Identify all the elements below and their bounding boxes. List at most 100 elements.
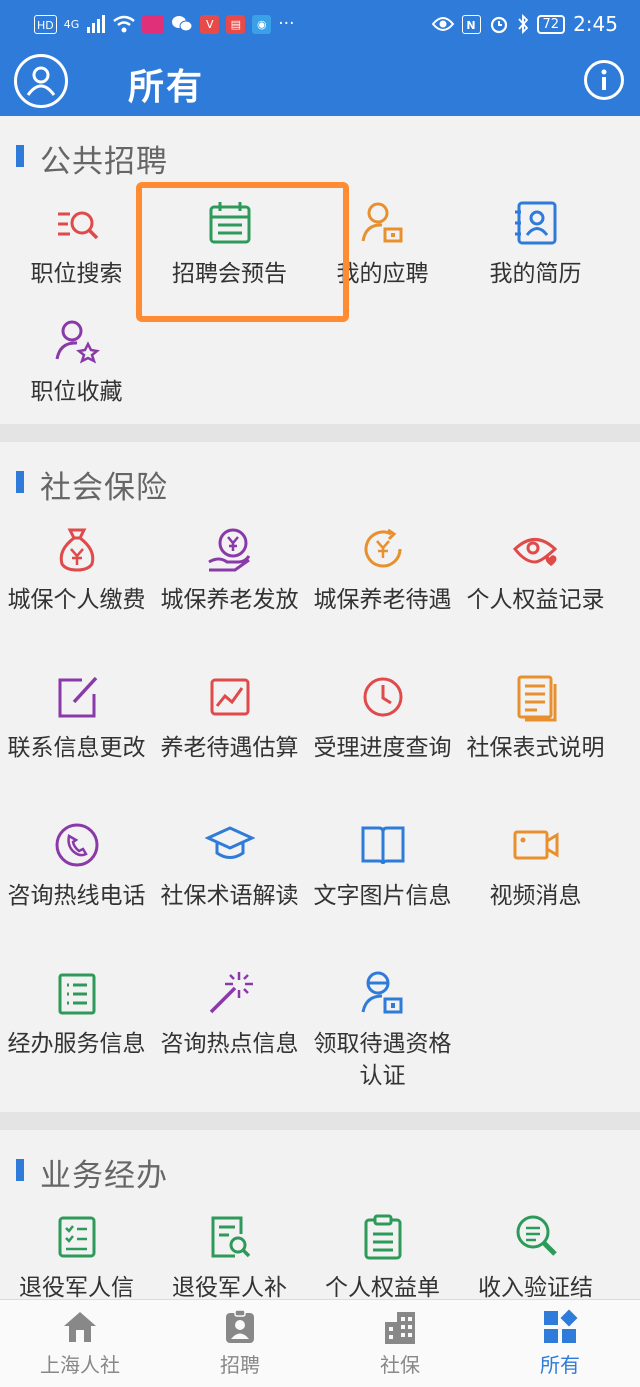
tab-label: 所有 xyxy=(540,1353,580,1377)
section-divider xyxy=(0,1112,640,1130)
book-app-icon: ▤ xyxy=(226,14,246,34)
section-social-insurance: 社会保险 城保个人缴费 城保养老发放 城保养老待遇 个人权益记录 联系信息更改 xyxy=(0,442,640,1112)
doc-search-icon xyxy=(211,1216,250,1258)
section-header: 社会保险 xyxy=(0,442,640,522)
menu-item-label: 视频消息 xyxy=(489,883,582,909)
menu-item-progress-query[interactable]: 受理进度查询 xyxy=(306,670,459,818)
user-icon xyxy=(26,66,56,96)
menu-item-contact-update[interactable]: 联系信息更改 xyxy=(0,670,153,818)
menu-item-label: 个人权益记录 xyxy=(466,587,605,613)
menu-item-video-messages[interactable]: 视频消息 xyxy=(459,818,612,966)
page-title: 所有 xyxy=(128,67,205,108)
menu-item-eligibility-verification[interactable]: 领取待遇资格认证 xyxy=(306,966,459,1114)
menu-item-label: 受理进度查询 xyxy=(313,735,452,761)
menu-item-label: 我的简历 xyxy=(489,261,582,287)
menu-item-hotline[interactable]: 咨询热线电话 xyxy=(0,818,153,966)
menu-item-pension-benefits[interactable]: 城保养老待遇 xyxy=(306,522,459,670)
bulb-app-icon: ◉ xyxy=(252,14,272,34)
section-public-recruitment: 公共招聘 职位搜索 招聘会预告 我的应聘 我的简历 职位收藏 xyxy=(0,116,640,424)
menu-item-rights-statement[interactable]: 个人权益单 xyxy=(306,1210,459,1299)
menu-item-service-info[interactable]: 经办服务信息 xyxy=(0,966,153,1114)
menu-item-form-guide[interactable]: 社保表式说明 xyxy=(459,670,612,818)
menu-item-label: 退役军人信 xyxy=(19,1275,134,1299)
video-icon xyxy=(513,830,558,860)
tab-all[interactable]: 所有 xyxy=(480,1300,640,1387)
building-icon xyxy=(385,1312,415,1344)
bottom-tab-bar: 上海人社 招聘 社保 所有 xyxy=(0,1299,640,1387)
menu-item-terms-explained[interactable]: 社保术语解读 xyxy=(153,818,306,966)
menu-item-label: 城保养老发放 xyxy=(160,587,299,613)
menu-item-label: 职位收藏 xyxy=(30,379,123,405)
resume-icon xyxy=(514,201,556,245)
menu-item-label: 城保个人缴费 xyxy=(7,587,146,613)
menu-item-label: 咨询热点信息 xyxy=(160,1031,299,1057)
content-scroll[interactable]: 公共招聘 职位搜索 招聘会预告 我的应聘 我的简历 职位收藏 社会保险 城保个人… xyxy=(0,116,640,1299)
info-button[interactable] xyxy=(584,60,624,100)
hd-indicator: HD xyxy=(34,14,57,34)
magic-wand-icon xyxy=(209,972,253,1014)
menu-item-label: 经办服务信息 xyxy=(7,1031,146,1057)
wechat-icon xyxy=(172,16,193,32)
menu-item-label: 收入验证结 xyxy=(478,1275,593,1299)
list-icon xyxy=(58,973,95,1015)
menu-item-veteran-subsidy[interactable]: 退役军人补 xyxy=(153,1210,306,1299)
menu-item-label: 社保术语解读 xyxy=(160,883,299,909)
v-app-icon: V xyxy=(200,14,220,34)
menu-item-label: 咨询热线电话 xyxy=(7,883,146,909)
phone-icon xyxy=(55,823,98,867)
app-notification-icon xyxy=(142,14,165,34)
menu-item-text-image-info[interactable]: 文字图片信息 xyxy=(306,818,459,966)
section-header: 业务经办 xyxy=(0,1130,640,1210)
menu-item-label: 领取待遇资格认证 xyxy=(313,1031,452,1089)
menu-item-saved-jobs[interactable]: 职位收藏 xyxy=(0,314,153,432)
job-search-icon xyxy=(57,211,98,240)
more-icon: ··· xyxy=(278,14,295,34)
section-title: 公共招聘 xyxy=(40,144,168,180)
graduation-cap-icon xyxy=(204,826,255,859)
tab-shanghai-hrss[interactable]: 上海人社 xyxy=(0,1300,160,1387)
menu-item-label: 养老待遇估算 xyxy=(160,735,299,761)
menu-item-personal-payment[interactable]: 城保个人缴费 xyxy=(0,522,153,670)
profile-button[interactable] xyxy=(14,54,68,108)
section-marker xyxy=(16,1159,24,1181)
network-type: 4G xyxy=(63,17,80,31)
menu-item-pension-payout[interactable]: 城保养老发放 xyxy=(153,522,306,670)
app-bar: 所有 xyxy=(0,48,640,116)
tab-label: 招聘 xyxy=(220,1353,260,1377)
tab-social-security[interactable]: 社保 xyxy=(320,1300,480,1387)
menu-item-rights-record[interactable]: 个人权益记录 xyxy=(459,522,612,670)
coin-cycle-icon xyxy=(364,528,401,568)
menu-item-my-applications[interactable]: 我的应聘 xyxy=(306,196,459,314)
calendar-icon xyxy=(209,202,250,244)
tab-label: 上海人社 xyxy=(40,1353,120,1377)
menu-item-label: 社保表式说明 xyxy=(466,735,605,761)
menu-item-label: 职位搜索 xyxy=(30,261,123,287)
person-apply-icon xyxy=(361,202,402,243)
hand-coin-icon xyxy=(207,528,250,572)
eye-heart-icon xyxy=(512,538,557,566)
menu-item-my-resume[interactable]: 我的简历 xyxy=(459,196,612,314)
menu-item-pension-estimate[interactable]: 养老待遇估算 xyxy=(153,670,306,818)
signal-icon xyxy=(87,15,106,33)
section-marker xyxy=(16,471,24,493)
menu-item-label: 我的应聘 xyxy=(336,261,429,287)
clock-icon xyxy=(363,677,402,717)
person-star-icon xyxy=(55,320,100,364)
bluetooth-icon xyxy=(517,14,528,34)
section-marker xyxy=(16,145,24,167)
apps-icon xyxy=(544,1309,578,1343)
menu-item-label: 招聘会预告 xyxy=(172,261,287,287)
menu-item-label: 退役军人补 xyxy=(172,1275,287,1299)
menu-item-income-verification[interactable]: 收入验证结 xyxy=(459,1210,612,1299)
edit-square-icon xyxy=(58,676,97,718)
menu-item-job-fair-preview[interactable]: 招聘会预告 xyxy=(153,196,306,314)
menu-item-job-search[interactable]: 职位搜索 xyxy=(0,196,153,314)
checklist-icon xyxy=(58,1216,95,1258)
book-icon xyxy=(361,826,404,865)
menu-item-hot-topics[interactable]: 咨询热点信息 xyxy=(153,966,306,1114)
menu-item-label: 联系信息更改 xyxy=(7,735,146,761)
menu-item-veteran-info[interactable]: 退役军人信 xyxy=(0,1210,153,1299)
tab-recruitment[interactable]: 招聘 xyxy=(160,1300,320,1387)
section-title: 业务经办 xyxy=(40,1158,168,1194)
clipboard-icon xyxy=(364,1214,401,1260)
